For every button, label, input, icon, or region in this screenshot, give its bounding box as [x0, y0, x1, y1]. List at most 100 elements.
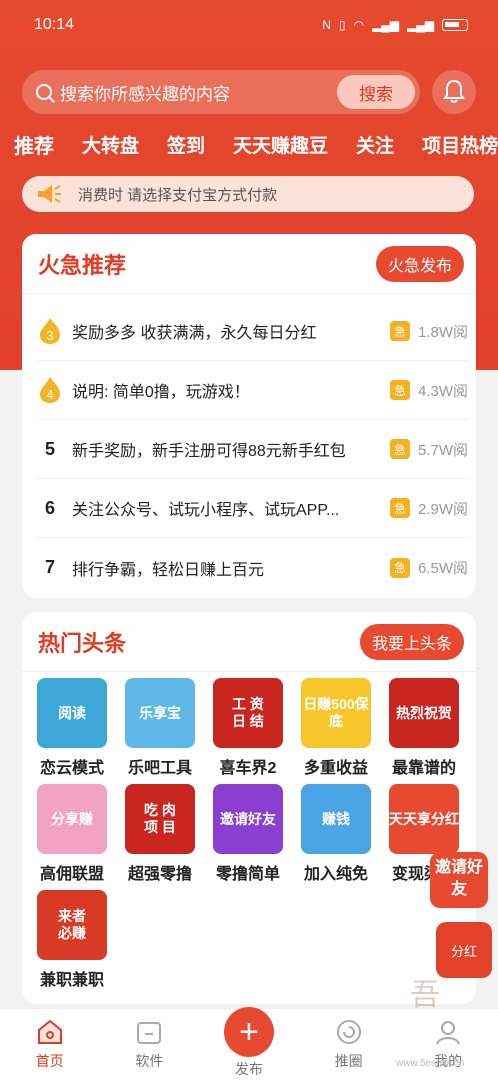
signal-icon-2: ▂▄▆ [407, 18, 434, 32]
row-title: 关注公众号、试玩小程序、试玩APP... [72, 502, 340, 519]
headline-label: 加入纯免 [303, 866, 368, 883]
headline-label: 高佣联盟 [39, 866, 104, 883]
headline-label: 超强零撸 [127, 866, 192, 883]
nav-circle[interactable]: 推圈 [309, 1017, 389, 1071]
view-count: 1.8W阅 [418, 323, 469, 341]
headlines-card: 热门头条 我要上头条 阅读 恋云模式 乐享宝乐吧工具工 资 日 结喜车界2 日赚500… [22, 612, 476, 1004]
search-icon [36, 84, 52, 100]
headline-item[interactable]: 日赚500保底多重收益 [292, 678, 380, 778]
headline-thumbnail: 乐享宝 [125, 678, 195, 748]
nav-home-label: 首页 [35, 1053, 64, 1069]
headline-item[interactable]: 工 资 日 结喜车界2 [204, 678, 292, 778]
bell-icon [443, 79, 465, 103]
hot-list: 3 奖励多多 收获满满，永久每日分红 急 1.8W阅 4 说明: 简单0撸，玩游… [22, 294, 476, 597]
list-item[interactable]: 4 说明: 简单0撸，玩游戏！ 急 4.3W阅 [38, 361, 468, 420]
signal-icon: ▂▄▆ [372, 18, 400, 32]
list-item[interactable]: 3 奖励多多 收获满满，永久每日分红 急 1.8W阅 [38, 302, 468, 361]
wifi-icon: ◠ [353, 18, 365, 32]
status-time: 10:14 [34, 16, 75, 33]
urgent-publish-button[interactable]: 火急发布 [375, 245, 464, 282]
submit-headline-button[interactable]: 我要上头条 [359, 623, 464, 660]
watermark-url: www.5esmw.cn [396, 1058, 465, 1069]
rank-number: 7 [44, 557, 55, 577]
headline-thumbnail: 日赚500保底 [301, 678, 371, 748]
list-item[interactable]: 6 关注公众号、试玩小程序、试玩APP... 急 2.9W阅 [38, 479, 468, 538]
urgent-tag: 急 [390, 498, 410, 518]
urgent-tag: 急 [390, 557, 410, 578]
headline-item[interactable]: 分享赚 高佣联盟 [28, 784, 116, 884]
status-icons: N ▯ ◠ ▂▄▆ ▂▄▆ [322, 18, 468, 32]
headline-label: 最靠谱的 [391, 760, 456, 777]
notification-button[interactable] [432, 70, 476, 114]
speaker-icon [38, 185, 61, 203]
headline-item[interactable]: 邀请好友 零撸简单 [204, 784, 292, 884]
view-count: 6.5W阅 [418, 560, 469, 577]
notice-text: 消费时 请选择支付宝方式付款 [78, 186, 278, 204]
headline-thumbnail: 赚钱 [301, 784, 371, 854]
search-bar[interactable]: 搜索你所感兴趣的内容 搜索 [22, 70, 420, 114]
tab-ranking[interactable]: 项目热榜 [422, 131, 498, 158]
category-tabs: 推荐 大转盘 签到 天天赚趣豆 关注 项目热榜 [14, 124, 498, 164]
search-button[interactable]: 搜索 [337, 75, 415, 109]
rank-number: 5 [44, 438, 55, 459]
search-input[interactable]: 搜索你所感兴趣的内容 [60, 80, 337, 105]
nav-software[interactable]: 软件 [109, 1017, 189, 1071]
tab-checkin[interactable]: 签到 [167, 131, 205, 158]
headline-item[interactable]: 来者 必赚 兼职兼职 [28, 890, 116, 990]
battery-icon [442, 19, 468, 31]
headline-label: 多重收益 [303, 760, 368, 777]
headline-item[interactable]: 吃 肉 项 目超强零撸 [116, 784, 204, 884]
nav-publish-label: 发布 [234, 1061, 263, 1077]
headline-label: 喜车界2 [219, 760, 277, 777]
rank-number: 3 [46, 328, 53, 343]
headline-thumbnail: 分享赚 [37, 784, 107, 854]
headline-thumbnail: 来者 必赚 [37, 890, 107, 960]
hot-card-header: 火急推荐 火急发布 [22, 234, 476, 294]
headline-thumbnail: 热烈祝贺 [389, 678, 459, 748]
hot-title: 火急推荐 [38, 252, 127, 278]
headlines-card-header: 热门头条 我要上头条 [22, 612, 476, 672]
nav-circle-label: 推圈 [334, 1053, 363, 1069]
flame-rank-icon: 4 [40, 377, 60, 403]
headline-item[interactable]: 热烈祝贺 最靠谱的 [380, 678, 468, 778]
vibrate-icon: ▯ [338, 18, 346, 32]
view-count: 4.3W阅 [418, 382, 469, 400]
tab-follow[interactable]: 关注 [356, 131, 394, 158]
headline-label: 恋云模式 [39, 760, 104, 777]
row-title: 奖励多多 收获满满，永久每日分红 [72, 325, 317, 342]
tab-beans[interactable]: 天天赚趣豆 [233, 131, 328, 158]
headline-thumbnail: 邀请好友 [213, 784, 283, 854]
flame-rank-icon: 3 [40, 318, 60, 344]
row-title: 排行争霸，轻松日赚上百元 [72, 561, 265, 579]
headline-label: 兼职兼职 [39, 972, 104, 989]
rank-number: 4 [46, 387, 53, 402]
nfc-icon: N [322, 18, 331, 32]
nav-software-label: 软件 [135, 1053, 164, 1069]
invite-friends-button[interactable]: 邀请好友 [430, 852, 488, 908]
headline-item[interactable]: 阅读 恋云模式 [28, 678, 116, 778]
status-bar: 10:14 N ▯ ◠ ▂▄▆ ▂▄▆ [0, 0, 498, 50]
list-item[interactable]: 7 排行争霸，轻松日赚上百元 急 6.5W阅 [38, 538, 468, 597]
nav-publish[interactable]: + 发布 [209, 1007, 289, 1079]
urgent-tag: 急 [390, 439, 410, 459]
headline-thumbnail: 天天享分红 [389, 784, 459, 854]
headline-item[interactable]: 赚钱 加入纯免 [292, 784, 380, 884]
notice-bar[interactable]: 消费时 请选择支付宝方式付款 [22, 176, 474, 212]
user-icon [436, 1021, 461, 1045]
headline-item[interactable]: 乐享宝 乐吧工具 [116, 678, 204, 778]
row-title: 说明: 简单0撸，玩游戏！ [72, 384, 250, 401]
headline-label: 乐吧工具 [127, 760, 192, 777]
rank-number: 6 [44, 497, 55, 518]
bottom-nav: 首页 软件 + 发布 推圈 我的 [0, 1007, 498, 1080]
headlines-title: 热门头条 [38, 630, 127, 656]
plus-icon: + [223, 1007, 274, 1057]
headline-thumbnail: 吃 肉 项 目 [125, 784, 195, 854]
tab-recommend[interactable]: 推荐 [14, 130, 54, 159]
view-count: 2.9W阅 [418, 500, 469, 518]
nav-home[interactable]: 首页 [10, 1017, 90, 1071]
view-count: 5.7W阅 [418, 441, 469, 459]
headlines-grid: 阅读 恋云模式 乐享宝 乐吧工具工 资 日 结喜车界2 日赚500保底 多重收益 热烈祝贺最… [22, 672, 476, 990]
tab-wheel[interactable]: 大转盘 [82, 131, 139, 158]
row-title: 新手奖励，新手注册可得88元新手红包 [72, 443, 346, 460]
list-item[interactable]: 5 新手奖励，新手注册可得88元新手红包 急 5.7W阅 [38, 420, 468, 479]
